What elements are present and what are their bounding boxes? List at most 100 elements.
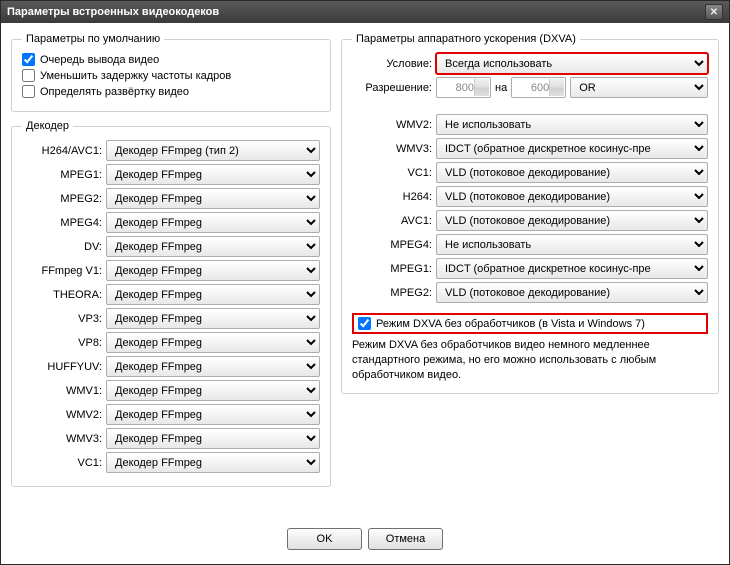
close-button[interactable]: ✕: [705, 4, 723, 20]
decoder-select[interactable]: Декодер FFmpeg: [106, 308, 320, 329]
res-width-spinner[interactable]: 800: [436, 77, 491, 98]
dxva-codec-label: WMV3:: [352, 143, 432, 155]
dxva-codec-select[interactable]: VLD (потоковое декодирование): [436, 186, 708, 207]
decoder-row: VP8: Декодер FFmpeg: [22, 332, 320, 353]
dxva-codec-label: MPEG2:: [352, 287, 432, 299]
dxva-noproc-label: Режим DXVA без обработчиков (в Vista и W…: [376, 318, 645, 330]
window-title: Параметры встроенных видеокодеков: [7, 6, 705, 18]
dxva-codec-row: MPEG1: IDCT (обратное дискретное косинус-…: [352, 258, 708, 279]
dxva-legend: Параметры аппаратного ускорения (DXVA): [352, 33, 580, 45]
dxva-codec-select[interactable]: IDCT (обратное дискретное косинус-пре: [436, 258, 708, 279]
decoder-label: MPEG2:: [22, 193, 102, 205]
detect-scan-label: Определять развёртку видео: [40, 86, 189, 98]
decoder-row: VP3: Декодер FFmpeg: [22, 308, 320, 329]
dxva-noproc-checkbox[interactable]: [358, 317, 371, 330]
button-bar: OK Отмена: [11, 520, 719, 554]
titlebar: Параметры встроенных видеокодеков ✕: [1, 1, 729, 23]
dxva-noproc-row: Режим DXVA без обработчиков (в Vista и W…: [352, 313, 708, 334]
dxva-codec-label: MPEG4:: [352, 239, 432, 251]
reduce-delay-row: Уменьшить задержку частоты кадров: [22, 69, 320, 82]
close-icon: ✕: [710, 7, 718, 18]
defaults-legend: Параметры по умолчанию: [22, 33, 164, 45]
decoder-row: THEORA: Декодер FFmpeg: [22, 284, 320, 305]
queue-output-checkbox[interactable]: [22, 53, 35, 66]
decoder-row: H264/AVC1: Декодер FFmpeg (тип 2): [22, 140, 320, 161]
dxva-codec-select[interactable]: Не использовать: [436, 114, 708, 135]
decoder-label: VP3:: [22, 313, 102, 325]
decoder-select[interactable]: Декодер FFmpeg: [106, 260, 320, 281]
decoder-row: DV: Декодер FFmpeg: [22, 236, 320, 257]
detect-scan-row: Определять развёртку видео: [22, 85, 320, 98]
decoder-label: WMV2:: [22, 409, 102, 421]
decoder-label: VP8:: [22, 337, 102, 349]
content-area: Параметры по умолчанию Очередь вывода ви…: [1, 23, 729, 564]
decoder-select[interactable]: Декодер FFmpeg: [106, 332, 320, 353]
decoder-rows-container: H264/AVC1: Декодер FFmpeg (тип 2) MPEG1: Де…: [22, 140, 320, 473]
condition-row: Условие: Всегда использовать: [352, 53, 708, 74]
decoder-row: WMV2: Декодер FFmpeg: [22, 404, 320, 425]
reduce-delay-label: Уменьшить задержку частоты кадров: [40, 70, 231, 82]
decoder-row: FFmpeg V1: Декодер FFmpeg: [22, 260, 320, 281]
dxva-noproc-desc: Режим DXVA без обработчиков видео немног…: [352, 338, 708, 383]
cancel-button[interactable]: Отмена: [368, 528, 443, 550]
decoder-row: MPEG1: Декодер FFmpeg: [22, 164, 320, 185]
dxva-codec-row: H264: VLD (потоковое декодирование): [352, 186, 708, 207]
dxva-codec-row: VC1:VLD (потоковое декодирование): [352, 162, 708, 183]
decoder-row: WMV3:Декодер FFmpeg: [22, 428, 320, 449]
dxva-codec-label: AVC1:: [352, 215, 432, 227]
dxva-codec-select[interactable]: VLD (потоковое декодирование): [436, 210, 708, 231]
ok-button[interactable]: OK: [287, 528, 362, 550]
decoder-select[interactable]: Декодер FFmpeg: [106, 284, 320, 305]
decoder-select[interactable]: Декодер FFmpeg: [106, 452, 320, 473]
dxva-codec-select[interactable]: VLD (потоковое декодирование): [436, 282, 708, 303]
dxva-codec-row: AVC1: VLD (потоковое декодирование): [352, 210, 708, 231]
dxva-codec-select[interactable]: IDCT (обратное дискретное косинус-пре: [436, 138, 708, 159]
resolution-row: Разрешение: 800 на 600 OR: [352, 77, 708, 98]
decoder-label: VC1:: [22, 457, 102, 469]
res-height-spinner[interactable]: 600: [511, 77, 566, 98]
decoder-label: MPEG1:: [22, 169, 102, 181]
decoder-select[interactable]: Декодер FFmpeg: [106, 380, 320, 401]
decoder-select[interactable]: Декодер FFmpeg: [106, 164, 320, 185]
decoder-select[interactable]: Декодер FFmpeg (тип 2): [106, 140, 320, 161]
dxva-codec-row: WMV2:Не использовать: [352, 114, 708, 135]
decoder-select[interactable]: Декодер FFmpeg: [106, 212, 320, 233]
dxva-codec-row: MPEG4: Не использовать: [352, 234, 708, 255]
res-or-select[interactable]: OR: [570, 77, 708, 98]
decoder-row: VC1: Декодер FFmpeg: [22, 452, 320, 473]
columns: Параметры по умолчанию Очередь вывода ви…: [11, 33, 719, 520]
right-column: Параметры аппаратного ускорения (DXVA) У…: [341, 33, 719, 520]
decoder-row: HUFFYUV: Декодер FFmpeg: [22, 356, 320, 377]
decoder-select[interactable]: Декодер FFmpeg: [106, 404, 320, 425]
resolution-label: Разрешение:: [352, 82, 432, 94]
condition-select[interactable]: Всегда использовать: [436, 53, 708, 74]
dxva-rows-container: WMV2:Не использовать WMV3: IDCT (обратное …: [352, 114, 708, 303]
decoder-row: MPEG4:Декодер FFmpeg: [22, 212, 320, 233]
decoder-label: FFmpeg V1:: [22, 265, 102, 277]
decoder-label: HUFFYUV:: [22, 361, 102, 373]
detect-scan-checkbox[interactable]: [22, 85, 35, 98]
defaults-group: Параметры по умолчанию Очередь вывода ви…: [11, 33, 331, 112]
dxva-group: Параметры аппаратного ускорения (DXVA) У…: [341, 33, 719, 394]
decoder-select[interactable]: Декодер FFmpeg: [106, 236, 320, 257]
dxva-codec-select[interactable]: Не использовать: [436, 234, 708, 255]
decoder-select[interactable]: Декодер FFmpeg: [106, 188, 320, 209]
dxva-codec-row: WMV3: IDCT (обратное дискретное косинус-п…: [352, 138, 708, 159]
decoder-label: H264/AVC1:: [22, 145, 102, 157]
dxva-codec-label: H264:: [352, 191, 432, 203]
dxva-codec-select[interactable]: VLD (потоковое декодирование): [436, 162, 708, 183]
dialog-window: Параметры встроенных видеокодеков ✕ Пара…: [0, 0, 730, 565]
decoder-row: MPEG2: Декодер FFmpeg: [22, 188, 320, 209]
decoder-select[interactable]: Декодер FFmpeg: [106, 428, 320, 449]
decoder-label: THEORA:: [22, 289, 102, 301]
dxva-codec-label: MPEG1:: [352, 263, 432, 275]
decoder-label: DV:: [22, 241, 102, 253]
decoder-group: Декодер H264/AVC1:Декодер FFmpeg (тип 2)…: [11, 120, 331, 487]
decoder-select[interactable]: Декодер FFmpeg: [106, 356, 320, 377]
res-separator: на: [495, 82, 507, 94]
decoder-label: WMV1:: [22, 385, 102, 397]
reduce-delay-checkbox[interactable]: [22, 69, 35, 82]
left-column: Параметры по умолчанию Очередь вывода ви…: [11, 33, 331, 520]
queue-output-label: Очередь вывода видео: [40, 54, 159, 66]
queue-output-row: Очередь вывода видео: [22, 53, 320, 66]
